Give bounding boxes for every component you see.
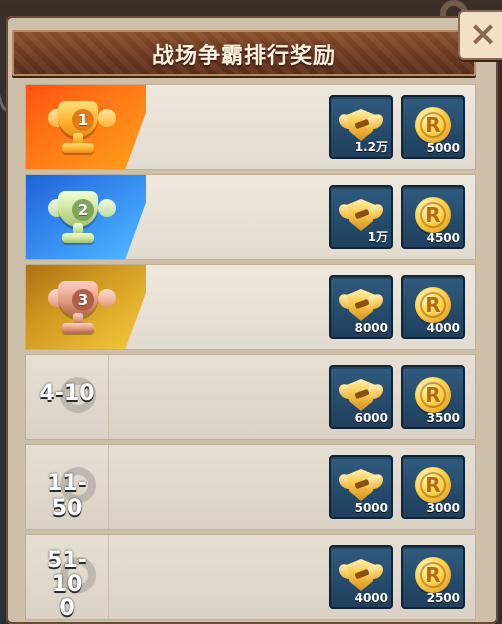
reward-item-coin[interactable]: R 4500 <box>401 185 465 249</box>
close-icon: × <box>468 14 498 54</box>
rewards: 1万 R 4500 <box>329 185 465 249</box>
reward-item-badge[interactable]: 6000 <box>329 365 393 429</box>
reward-count: 1.2万 <box>354 140 388 154</box>
rank-row-3: 3 8000 R 4000 <box>25 264 476 350</box>
coin-letter: R <box>425 203 441 227</box>
coin-letter: R <box>425 383 441 407</box>
reward-item-badge[interactable]: 1.2万 <box>329 95 393 159</box>
reward-count: 4000 <box>426 321 460 335</box>
rank-row-2: 2 1万 R 4500 <box>25 174 476 260</box>
reward-count: 4500 <box>426 231 460 245</box>
rank-range: 4-10 <box>39 381 95 406</box>
rank-range: 11-50 <box>47 471 87 521</box>
rank-reward-list: 1 1.2万 R 5000 2 1万 R 4500 3 8000 R 4000 … <box>25 84 476 624</box>
coin-icon: R <box>415 197 451 233</box>
coin-letter: R <box>425 293 441 317</box>
reward-item-badge[interactable]: 5000 <box>329 455 393 519</box>
rank-number: 3 <box>72 289 94 311</box>
reward-item-badge[interactable]: 4000 <box>329 545 393 609</box>
trophy-icon: 1 <box>48 99 116 157</box>
rewards: 8000 R 4000 <box>329 275 465 339</box>
trophy-wing-right <box>98 109 116 127</box>
trophy-wing-right <box>98 289 116 307</box>
reward-count: 3000 <box>426 501 460 515</box>
coin-icon: R <box>415 107 451 143</box>
badge-icon <box>339 557 383 593</box>
coin-letter: R <box>425 563 441 587</box>
reward-count: 3500 <box>426 411 460 425</box>
rank-range: 51-10 0 <box>32 549 102 621</box>
reward-count: 4000 <box>354 591 388 605</box>
rank-3-block: 3 <box>26 265 146 349</box>
reward-count: 5000 <box>354 501 388 515</box>
coin-letter: R <box>425 113 441 137</box>
rank-number: 2 <box>72 199 94 221</box>
reward-item-coin[interactable]: R 4000 <box>401 275 465 339</box>
reward-count: 8000 <box>354 321 388 335</box>
reward-item-badge[interactable]: 8000 <box>329 275 393 339</box>
coin-icon: R <box>415 377 451 413</box>
reward-count: 1万 <box>367 230 388 244</box>
rank-range-line-1: 51-10 <box>47 548 87 597</box>
rank-divider <box>108 445 109 529</box>
close-button[interactable]: × <box>458 10 502 60</box>
trophy-base <box>62 143 94 153</box>
title-bar: 战场争霸排行奖励 <box>12 30 476 76</box>
reward-count: 6000 <box>354 411 388 425</box>
coin-letter: R <box>425 473 441 497</box>
coin-icon: R <box>415 287 451 323</box>
rank-number: 1 <box>72 109 94 131</box>
rank-range-line-2: 0 <box>59 596 75 621</box>
rank-row-1: 1 1.2万 R 5000 <box>25 84 476 170</box>
rank-row-4-10: 4-10 6000 R 3500 <box>25 354 476 440</box>
rank-2-block: 2 <box>26 175 146 259</box>
reward-item-badge[interactable]: 1万 <box>329 185 393 249</box>
trophy-base <box>62 233 94 243</box>
panel-title: 战场争霸排行奖励 <box>151 44 336 69</box>
rank-row-11-50: 11-50 5000 R 3000 <box>25 444 476 530</box>
rewards: 6000 R 3500 <box>329 365 465 429</box>
reward-item-coin[interactable]: R 5000 <box>401 95 465 159</box>
rewards: 4000 R 2500 <box>329 545 465 609</box>
rank-divider <box>108 355 109 439</box>
reward-item-coin[interactable]: R 2500 <box>401 545 465 609</box>
badge-icon <box>339 467 383 503</box>
trophy-icon: 3 <box>48 279 116 337</box>
rewards: 5000 R 3000 <box>329 455 465 519</box>
rank-divider <box>108 535 109 619</box>
rewards: 1.2万 R 5000 <box>329 95 465 159</box>
reward-count: 2500 <box>426 591 460 605</box>
trophy-base <box>62 323 94 333</box>
reward-item-coin[interactable]: R 3500 <box>401 365 465 429</box>
trophy-icon: 2 <box>48 189 116 247</box>
badge-icon <box>339 287 383 323</box>
trophy-wing-right <box>98 199 116 217</box>
reward-item-coin[interactable]: R 3000 <box>401 455 465 519</box>
badge-icon <box>339 377 383 413</box>
rank-1-block: 1 <box>26 85 146 169</box>
rank-row-51-100: 51-10 0 4000 R 2500 <box>25 534 476 621</box>
coin-icon: R <box>415 467 451 503</box>
reward-count: 5000 <box>426 141 460 155</box>
coin-icon: R <box>415 557 451 593</box>
